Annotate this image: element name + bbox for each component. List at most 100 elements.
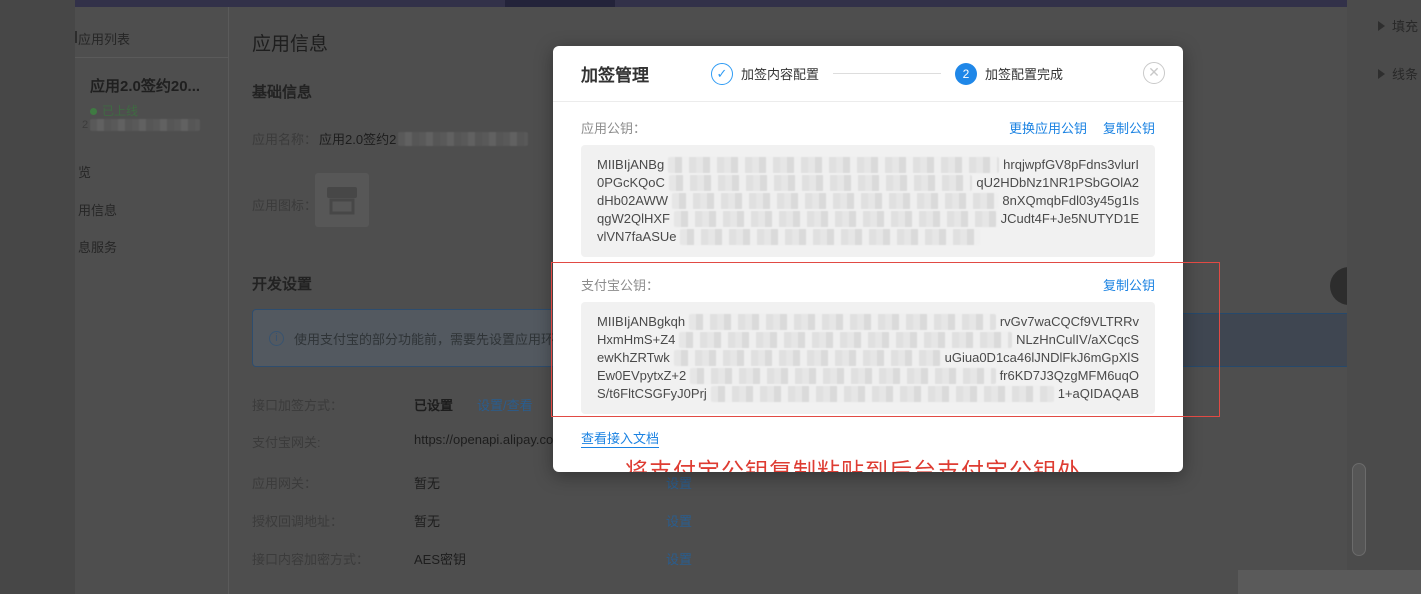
panel-item-fill[interactable]: 填充 bbox=[1378, 16, 1418, 35]
check-circle-icon: ✓ bbox=[711, 62, 733, 85]
row-sign-method-link[interactable]: 设置/查看 bbox=[477, 395, 533, 414]
row-app-gateway-value: 暂无 bbox=[414, 476, 441, 491]
step-2: 2 加签配置完成 bbox=[955, 62, 1064, 85]
key-line: Ew0EVpytxZ+2 fr6KD7J3QzgMFM6uqO bbox=[597, 367, 1139, 385]
redaction-block bbox=[398, 131, 529, 146]
sign-management-modal: 加签管理 ✓ 加签内容配置 2 加签配置完成 ✕ 应用公钥： 更换应用公钥 复制 bbox=[553, 46, 1183, 472]
redaction-block bbox=[680, 229, 981, 245]
dimmed-banner-band bbox=[1183, 313, 1347, 367]
editor-canvas: 应用列表 应用2.0签约20... 已上线 2 览 用信息 息服务 应用信息 基… bbox=[0, 0, 1421, 594]
row-encrypt-label: 接口内容加密方式： bbox=[252, 552, 370, 567]
redaction-block bbox=[673, 350, 941, 366]
key-text: S/t6FltCSGFyJ0Prj bbox=[597, 386, 707, 401]
key-line: MIIBIjANBg hrqjwpfGV8pFdns3vlurI bbox=[597, 156, 1139, 174]
sidebar-app-title[interactable]: 应用2.0签约20... bbox=[90, 75, 225, 96]
row-app-gateway-label: 应用网关： bbox=[252, 476, 318, 491]
sidebar-item-app-info[interactable]: 用信息 bbox=[78, 200, 117, 219]
app-icon bbox=[315, 173, 369, 227]
scrollbar-thumb[interactable] bbox=[1352, 463, 1366, 556]
alipay-key-label: 支付宝公钥： bbox=[581, 278, 660, 293]
status-dot-icon bbox=[90, 108, 97, 115]
sidebar-item-overview[interactable]: 览 bbox=[78, 162, 91, 181]
panel-line-label: 线条 bbox=[1392, 67, 1419, 82]
app-icon-label: 应用图标： bbox=[252, 198, 318, 213]
modal-header: 加签管理 ✓ 加签内容配置 2 加签配置完成 ✕ bbox=[553, 46, 1183, 102]
key-text: fr6KD7J3QzgMFM6uqO bbox=[999, 368, 1139, 383]
row-encrypt-link[interactable]: 设置 bbox=[666, 549, 692, 568]
redaction-block bbox=[673, 211, 997, 227]
key-text: hrqjwpfGV8pFdns3vlurI bbox=[1003, 157, 1139, 172]
key-line: MIIBIjANBgkqh rvGv7waCQCf9VLTRRv bbox=[597, 313, 1139, 331]
key-text: dHb02AWW bbox=[597, 193, 669, 208]
app-name-label: 应用名称： bbox=[252, 132, 318, 147]
key-text: HxmHmS+Z4 bbox=[597, 332, 676, 347]
clipped-glyph bbox=[75, 31, 77, 43]
basic-info-heading: 基础信息 bbox=[252, 84, 313, 101]
alipay-key-header: 支付宝公钥： 复制公钥 bbox=[581, 275, 1155, 294]
step-1-label: 加签内容配置 bbox=[741, 67, 820, 82]
key-text: rvGv7waCQCf9VLTRRv bbox=[999, 314, 1139, 329]
dev-settings-heading: 开发设置 bbox=[252, 276, 313, 293]
key-text: vlVN7faASUe bbox=[597, 229, 677, 244]
row-callback-value: 暂无 bbox=[414, 514, 441, 529]
key-text: 1+aQIDAQAB bbox=[1057, 386, 1139, 401]
key-line: 0PGcKQoC qU2HDbNz1NR1PSbGOlA2 bbox=[597, 174, 1139, 192]
app-key-label: 应用公钥： bbox=[581, 121, 647, 136]
key-text: MIIBIjANBg bbox=[597, 157, 665, 172]
statusbar-corner bbox=[1238, 570, 1421, 594]
key-text: 0PGcKQoC bbox=[597, 175, 665, 190]
redaction-block bbox=[90, 119, 201, 131]
row-sign-method-label: 接口加签方式： bbox=[252, 398, 344, 413]
key-text: ewKhZRTwk bbox=[597, 350, 670, 365]
app-key-header: 应用公钥： 更换应用公钥 复制公钥 bbox=[581, 118, 1155, 137]
redaction-block bbox=[672, 193, 999, 209]
key-text: qgW2QlHXF bbox=[597, 211, 670, 226]
key-text: NLzHnCulIV/aXCqcS bbox=[1016, 332, 1139, 347]
row-callback-link[interactable]: 设置 bbox=[666, 511, 692, 530]
redaction-block bbox=[668, 157, 1000, 173]
key-line: vlVN7faASUe bbox=[597, 228, 1139, 246]
app-id-redacted: 2 bbox=[82, 119, 201, 131]
key-line: qgW2QlHXF JCudt4F+Je5NUTYD1E bbox=[597, 210, 1139, 228]
row-gateway-label: 支付宝网关: bbox=[252, 435, 321, 450]
annotation-text: 将支付宝公钥复制粘贴到后台支付宝公钥处 bbox=[625, 459, 1081, 472]
step-2-label: 加签配置完成 bbox=[985, 67, 1064, 82]
app-status: 已上线 bbox=[90, 102, 138, 119]
storefront-icon bbox=[327, 187, 357, 215]
copy-app-key-link[interactable]: 复制公钥 bbox=[1103, 118, 1155, 137]
row-app-gateway-link[interactable]: 设置 bbox=[666, 473, 692, 492]
triangle-right-icon bbox=[1378, 68, 1385, 79]
key-text: 8nXQmqbFdl03y45g1Is bbox=[1002, 193, 1139, 208]
view-doc-link[interactable]: 查看接入文档 bbox=[581, 428, 660, 448]
redaction-block bbox=[690, 368, 996, 384]
key-text: Ew0EVpytxZ+2 bbox=[597, 368, 687, 383]
key-line: dHb02AWW 8nXQmqbFdl03y45g1Is bbox=[597, 192, 1139, 210]
key-line: HxmHmS+Z4 NLzHnCulIV/aXCqcS bbox=[597, 331, 1139, 349]
close-icon[interactable]: ✕ bbox=[1143, 62, 1165, 84]
key-text: uGiua0D1ca46lJNDlFkJ6mGpXlS bbox=[944, 350, 1139, 365]
status-text: 已上线 bbox=[102, 104, 139, 118]
page-title: 应用信息 bbox=[252, 34, 329, 55]
sidebar: 应用列表 应用2.0签约20... 已上线 2 览 用信息 息服务 bbox=[75, 7, 228, 594]
copy-alipay-key-link[interactable]: 复制公钥 bbox=[1103, 275, 1155, 294]
step-indicator: ✓ 加签内容配置 2 加签配置完成 bbox=[711, 62, 1064, 85]
app-key-box: MIIBIjANBg hrqjwpfGV8pFdns3vlurI 0PGcKQoC… bbox=[581, 145, 1155, 257]
notice-body: 使用支付宝的部分功能前，需要先设置应用环境， bbox=[294, 331, 581, 347]
app-id-prefix: 2 bbox=[82, 119, 89, 131]
key-text: JCudt4F+Je5NUTYD1E bbox=[1000, 211, 1139, 226]
modal-title: 加签管理 bbox=[581, 66, 649, 85]
divider bbox=[75, 57, 228, 58]
row-callback-label: 授权回调地址： bbox=[252, 514, 344, 529]
redaction-block bbox=[710, 386, 1054, 402]
replace-app-key-link[interactable]: 更换应用公钥 bbox=[1009, 118, 1087, 137]
panel-item-line[interactable]: 线条 bbox=[1378, 64, 1418, 83]
row-sign-method-value: 已设置 bbox=[414, 398, 454, 413]
key-line: S/t6FltCSGFyJ0Prj 1+aQIDAQAB bbox=[597, 385, 1139, 403]
redaction-block bbox=[679, 332, 1013, 348]
info-icon: i bbox=[269, 330, 284, 346]
step-2-number: 2 bbox=[955, 62, 978, 85]
topbar-active-segment bbox=[505, 0, 615, 7]
app-name-value: 应用2.0签约2 bbox=[319, 129, 529, 148]
sidebar-item-message-service[interactable]: 息服务 bbox=[78, 237, 117, 256]
row-encrypt-value: AES密钥 bbox=[414, 552, 467, 567]
